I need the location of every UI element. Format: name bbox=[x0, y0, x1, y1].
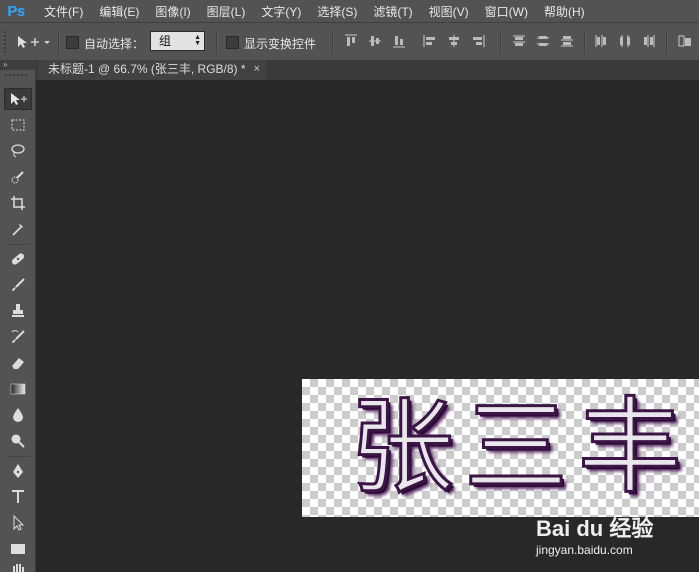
menu-layer[interactable]: 图层(L) bbox=[207, 3, 246, 20]
menu-view[interactable]: 视图(V) bbox=[429, 3, 469, 20]
type-t-icon bbox=[12, 490, 24, 503]
path-selection-arrow-icon bbox=[13, 515, 25, 531]
quick-selection-icon bbox=[11, 171, 24, 184]
menu-image[interactable]: 图像(I) bbox=[155, 3, 190, 20]
crop-tool[interactable] bbox=[4, 192, 32, 214]
clone-stamp-tool[interactable] bbox=[4, 300, 32, 322]
dodge-icon bbox=[11, 434, 25, 448]
canvas-text-layer: 张三丰 bbox=[348, 385, 693, 510]
options-gripper[interactable] bbox=[4, 31, 6, 53]
options-separator bbox=[584, 31, 586, 53]
align-left-edges-icon[interactable] bbox=[423, 34, 437, 48]
document-tab[interactable]: 未标题-1 @ 66.7% (张三丰, RGB/8) * × bbox=[38, 60, 266, 80]
distribute-top-icon[interactable] bbox=[512, 34, 526, 48]
menu-filter[interactable]: 滤镜(T) bbox=[373, 3, 412, 20]
show-transform-checkbox[interactable] bbox=[226, 36, 239, 49]
eyedropper-icon bbox=[12, 224, 23, 236]
path-selection-tool[interactable] bbox=[4, 512, 32, 534]
baidu-jingyan-watermark: Bai du 经验 jingyan.baidu.com bbox=[536, 511, 696, 569]
align-bottom-edges-icon[interactable] bbox=[392, 34, 406, 48]
quick-selection-tool[interactable] bbox=[4, 166, 32, 188]
menu-help[interactable]: 帮助(H) bbox=[544, 3, 585, 20]
auto-select-checkbox[interactable] bbox=[66, 36, 79, 49]
healing-brush-tool[interactable] bbox=[4, 248, 32, 270]
menu-select[interactable]: 选择(S) bbox=[317, 3, 357, 20]
gradient-tool[interactable] bbox=[4, 378, 32, 400]
options-separator bbox=[666, 31, 668, 53]
distribute-left-icon[interactable] bbox=[594, 34, 608, 48]
marquee-tool[interactable] bbox=[4, 114, 32, 136]
options-separator bbox=[500, 31, 502, 53]
options-separator bbox=[216, 31, 218, 53]
hand-icon bbox=[13, 564, 24, 572]
toolbox-collapse-button[interactable]: » bbox=[0, 60, 36, 70]
gradient-icon bbox=[10, 383, 26, 395]
options-bar: 自动选择： 组 ▲ ▼ 显示变换控件 bbox=[0, 22, 699, 61]
tool-preset-picker[interactable] bbox=[14, 32, 52, 52]
toolbox-gripper[interactable] bbox=[5, 74, 29, 76]
lasso-tool[interactable] bbox=[4, 140, 32, 162]
history-brush-icon bbox=[11, 330, 25, 343]
dropdown-arrows-icon: ▲ ▼ bbox=[194, 34, 201, 47]
menu-bar: Ps 文件(F) 编辑(E) 图像(I) 图层(L) 文字(Y) 选择(S) 滤… bbox=[0, 0, 699, 22]
auto-align-layers-icon[interactable] bbox=[678, 34, 692, 48]
history-brush-tool[interactable] bbox=[4, 326, 32, 348]
rectangle-tool[interactable] bbox=[4, 538, 32, 560]
align-vertical-centers-icon[interactable] bbox=[368, 34, 382, 48]
app-logo: Ps bbox=[7, 2, 25, 20]
toolbox-divider bbox=[6, 456, 30, 457]
align-right-edges-icon[interactable] bbox=[471, 34, 485, 48]
move-tool-icon bbox=[18, 36, 50, 48]
brush-tool[interactable] bbox=[4, 274, 32, 296]
lasso-icon bbox=[11, 144, 25, 158]
document-tab-title: 未标题-1 @ 66.7% (张三丰, RGB/8) * bbox=[48, 62, 246, 76]
distribute-bottom-icon[interactable] bbox=[560, 34, 574, 48]
toolbox: » bbox=[0, 60, 36, 572]
document-canvas[interactable]: 张三丰 bbox=[302, 379, 699, 517]
pen-icon bbox=[13, 464, 23, 478]
rectangular-marquee-icon bbox=[11, 119, 25, 131]
eraser-tool[interactable] bbox=[4, 352, 32, 374]
menu-file[interactable]: 文件(F) bbox=[44, 3, 83, 20]
document-tab-bar: 未标题-1 @ 66.7% (张三丰, RGB/8) * × bbox=[36, 60, 699, 80]
move-tool-icon bbox=[11, 93, 27, 105]
options-separator bbox=[58, 31, 60, 53]
close-tab-icon[interactable]: × bbox=[254, 60, 260, 79]
menu-type[interactable]: 文字(Y) bbox=[261, 3, 301, 20]
rectangle-shape-icon bbox=[11, 544, 25, 554]
crop-icon bbox=[11, 196, 25, 210]
bandage-icon bbox=[11, 253, 25, 265]
auto-select-value: 组 bbox=[159, 34, 172, 48]
blur-tool[interactable] bbox=[4, 404, 32, 426]
options-separator bbox=[332, 31, 334, 53]
blur-drop-icon bbox=[13, 408, 23, 422]
type-tool[interactable] bbox=[4, 486, 32, 508]
menu-edit[interactable]: 编辑(E) bbox=[99, 3, 139, 20]
watermark-logo: Bai du 经验 bbox=[536, 516, 654, 541]
dodge-tool[interactable] bbox=[4, 430, 32, 452]
main-menu: 文件(F) 编辑(E) 图像(I) 图层(L) 文字(Y) 选择(S) 滤镜(T… bbox=[44, 3, 601, 20]
distribute-right-icon[interactable] bbox=[642, 34, 656, 48]
distribute-vertical-centers-icon[interactable] bbox=[536, 34, 550, 48]
brush-icon bbox=[12, 278, 25, 291]
eyedropper-tool[interactable] bbox=[4, 218, 32, 240]
auto-select-dropdown[interactable]: 组 ▲ ▼ bbox=[150, 31, 205, 51]
pen-tool[interactable] bbox=[4, 460, 32, 482]
toolbox-divider bbox=[6, 244, 30, 245]
stamp-icon bbox=[12, 304, 24, 317]
move-tool[interactable] bbox=[4, 88, 32, 110]
auto-select-label: 自动选择： bbox=[84, 37, 145, 51]
distribute-horizontal-centers-icon[interactable] bbox=[618, 34, 632, 48]
align-top-edges-icon[interactable] bbox=[344, 34, 358, 48]
hand-tool[interactable] bbox=[4, 564, 32, 572]
menu-window[interactable]: 窗口(W) bbox=[485, 3, 528, 20]
show-transform-label: 显示变换控件 bbox=[244, 37, 317, 51]
watermark-url: jingyan.baidu.com bbox=[536, 543, 633, 557]
eraser-icon bbox=[12, 358, 24, 369]
align-horizontal-centers-icon[interactable] bbox=[447, 34, 461, 48]
